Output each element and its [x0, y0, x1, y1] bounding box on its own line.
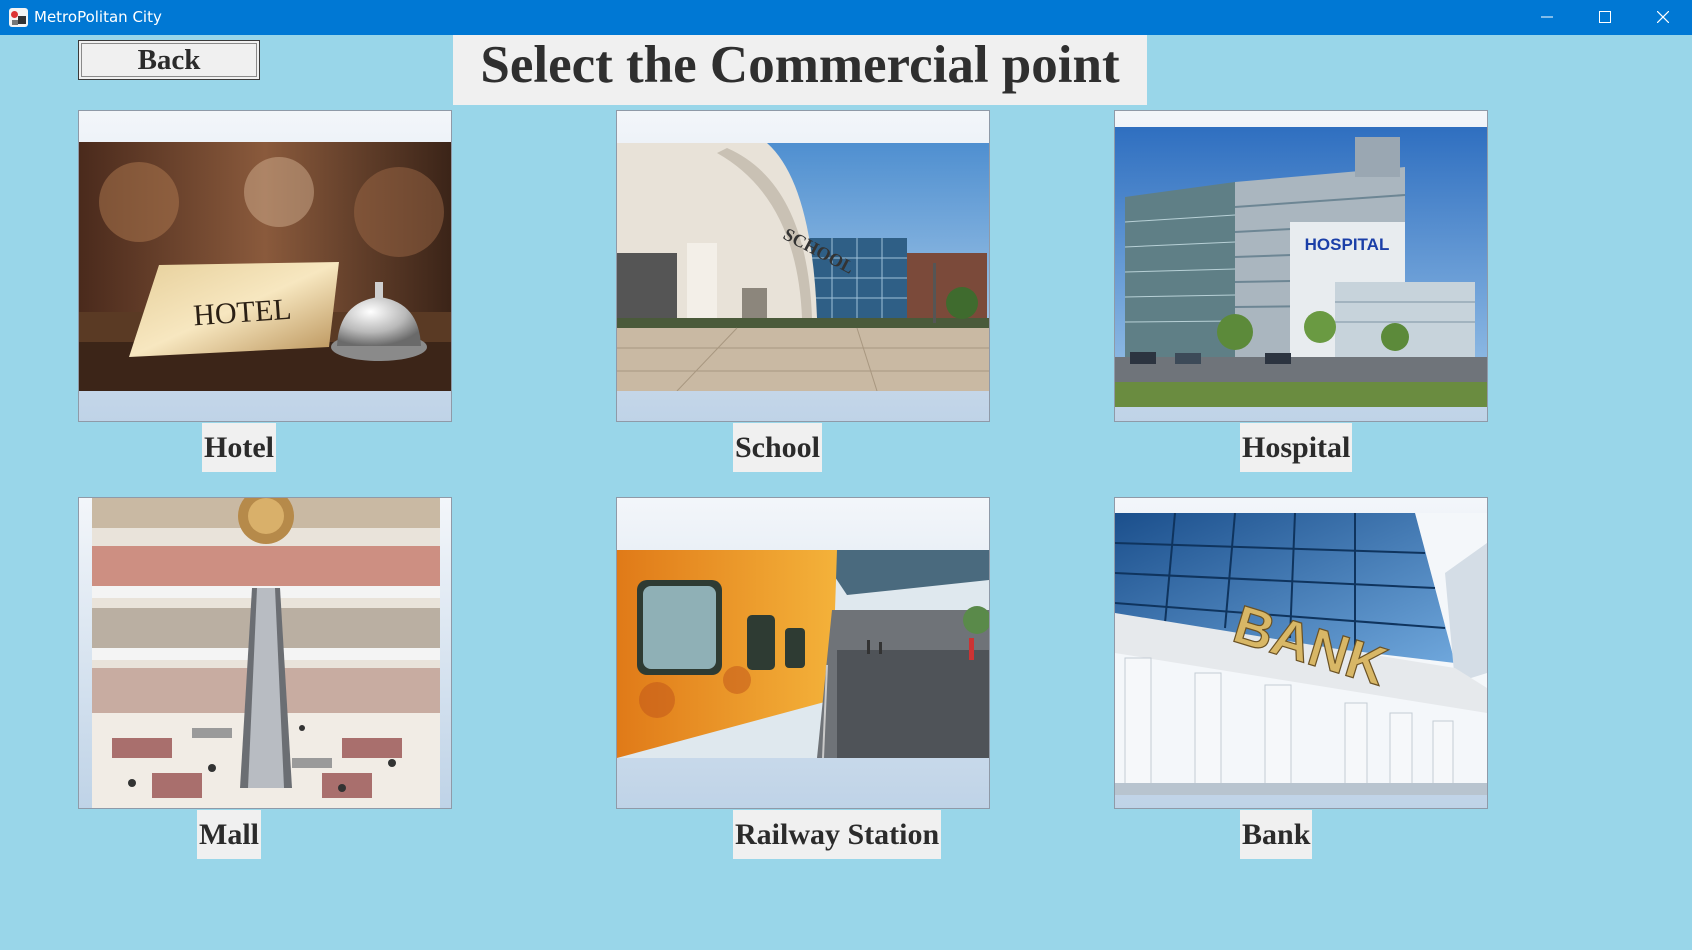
hospital-label[interactable]: Hospital [1240, 423, 1353, 472]
minimize-button[interactable] [1518, 0, 1576, 35]
app-icon [9, 8, 28, 27]
hospital-photo: HOSPITAL [1115, 127, 1487, 407]
railway-station-photo [617, 550, 989, 758]
title-bar[interactable]: MetroPolitan City [0, 0, 1692, 35]
bank-photo: BANK [1115, 513, 1487, 795]
app-window: MetroPolitan City Back Select the Commer… [0, 0, 1692, 950]
mall-label[interactable]: Mall [197, 810, 261, 859]
close-button[interactable] [1634, 0, 1692, 35]
maximize-button[interactable] [1576, 0, 1634, 35]
hotel-card[interactable]: HOTEL [78, 110, 452, 422]
mall-photo [92, 498, 440, 808]
close-icon [1657, 11, 1669, 23]
hotel-label[interactable]: Hotel [202, 423, 276, 472]
page-title: Select the Commercial point [453, 35, 1147, 105]
hotel-photo: HOTEL [79, 142, 451, 391]
hospital-sign-text: HOSPITAL [1305, 235, 1390, 254]
window-title: MetroPolitan City [34, 8, 162, 26]
school-card[interactable]: SCHOOL [616, 110, 990, 422]
minimize-icon [1541, 16, 1553, 18]
back-button[interactable]: Back [78, 40, 260, 80]
school-label[interactable]: School [733, 423, 823, 472]
bank-card[interactable]: BANK [1114, 497, 1488, 809]
maximize-icon [1599, 11, 1611, 23]
school-photo: SCHOOL [617, 143, 989, 391]
mall-card[interactable] [78, 497, 452, 809]
railway-station-card[interactable] [616, 497, 990, 809]
hospital-card[interactable]: HOSPITAL [1114, 110, 1488, 422]
bank-label[interactable]: Bank [1240, 810, 1313, 859]
hotel-sign-text: HOTEL [192, 293, 292, 333]
railway-station-label[interactable]: Railway Station [733, 810, 942, 859]
